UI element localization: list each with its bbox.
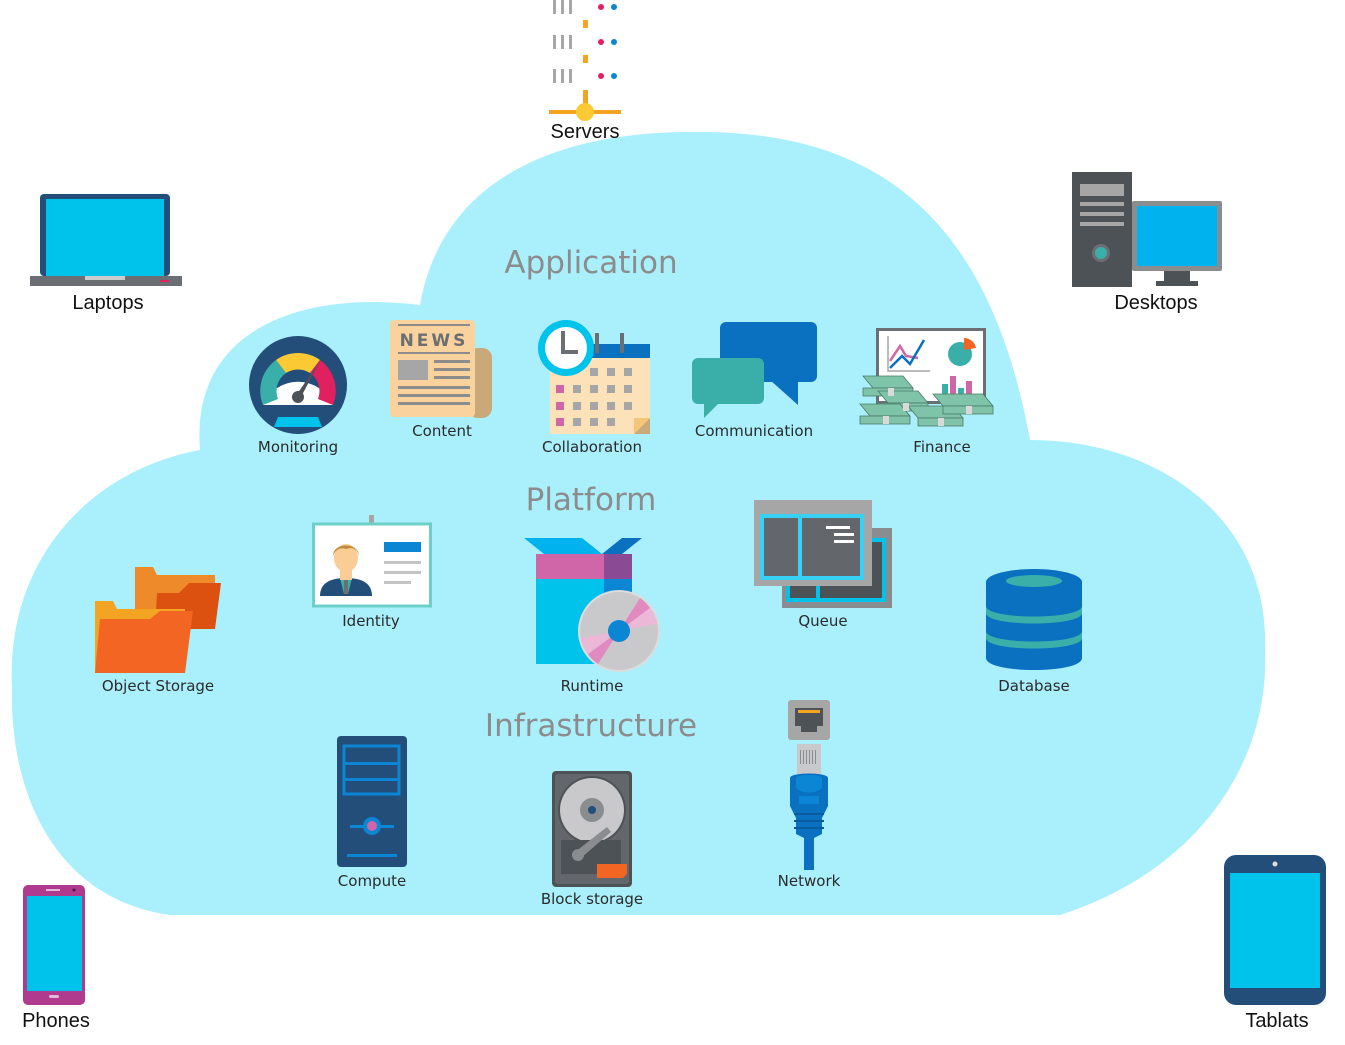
server-tower-icon xyxy=(337,736,407,867)
cloud-shape xyxy=(11,131,1266,915)
block-storage-service[interactable] xyxy=(551,770,633,888)
monitoring-label: Monitoring xyxy=(257,438,339,456)
laptop-icon xyxy=(30,194,182,286)
folders-icon xyxy=(95,567,221,673)
calendar-clock-icon xyxy=(538,320,650,434)
id-card-icon xyxy=(312,515,432,608)
compute-service[interactable] xyxy=(336,735,408,869)
tablet-icon xyxy=(1224,855,1326,1005)
servers-label: Servers xyxy=(550,121,620,143)
queue-windows-icon xyxy=(754,500,892,608)
phones-node[interactable] xyxy=(22,884,86,1006)
hard-drive-icon xyxy=(552,771,632,887)
queue-service[interactable] xyxy=(754,500,894,610)
identity-label: Identity xyxy=(342,612,400,630)
news-text: NEWS xyxy=(400,331,469,351)
runtime-service[interactable] xyxy=(522,536,667,676)
servers-icon xyxy=(549,0,621,121)
block-storage-label: Block storage xyxy=(540,890,644,908)
network-label: Network xyxy=(777,872,841,890)
database-label: Database xyxy=(998,677,1070,695)
phones-label: Phones xyxy=(22,1010,90,1032)
phone-icon xyxy=(23,885,85,1005)
network-service[interactable] xyxy=(786,698,832,870)
database-service[interactable] xyxy=(984,568,1084,674)
laptops-label: Laptops xyxy=(72,292,144,314)
finance-service[interactable] xyxy=(858,326,998,438)
finance-chart-money-icon xyxy=(859,328,994,427)
runtime-label: Runtime xyxy=(560,677,624,695)
desktop-icon xyxy=(1072,172,1222,287)
database-icon xyxy=(986,569,1082,670)
gauge-icon xyxy=(249,336,347,434)
object-storage-service[interactable] xyxy=(95,563,225,675)
communication-service[interactable] xyxy=(690,320,820,420)
content-label: Content xyxy=(412,422,472,440)
servers-node[interactable] xyxy=(545,0,625,125)
chat-bubbles-icon xyxy=(692,322,817,418)
software-box-disc-icon xyxy=(524,538,660,672)
communication-label: Communication xyxy=(694,422,814,440)
collaboration-service[interactable] xyxy=(534,318,654,438)
object-storage-label: Object Storage xyxy=(101,677,215,695)
tablets-label: Tablats xyxy=(1245,1010,1309,1032)
finance-label: Finance xyxy=(913,438,971,456)
layer-heading-application: Application xyxy=(504,245,678,281)
tablets-node[interactable] xyxy=(1223,854,1327,1006)
monitoring-service[interactable] xyxy=(248,335,348,435)
content-service[interactable]: NEWS xyxy=(390,320,495,420)
laptops-node[interactable] xyxy=(30,193,182,288)
desktops-node[interactable] xyxy=(1072,172,1224,290)
ethernet-cable-icon xyxy=(788,700,830,870)
layer-heading-infrastructure: Infrastructure xyxy=(484,708,698,744)
queue-label: Queue xyxy=(798,612,848,630)
identity-service[interactable] xyxy=(312,514,432,608)
newspaper-icon: NEWS xyxy=(390,320,492,418)
collaboration-label: Collaboration xyxy=(542,438,642,456)
layer-heading-platform: Platform xyxy=(525,482,657,518)
compute-label: Compute xyxy=(337,872,407,890)
desktops-label: Desktops xyxy=(1114,292,1198,314)
